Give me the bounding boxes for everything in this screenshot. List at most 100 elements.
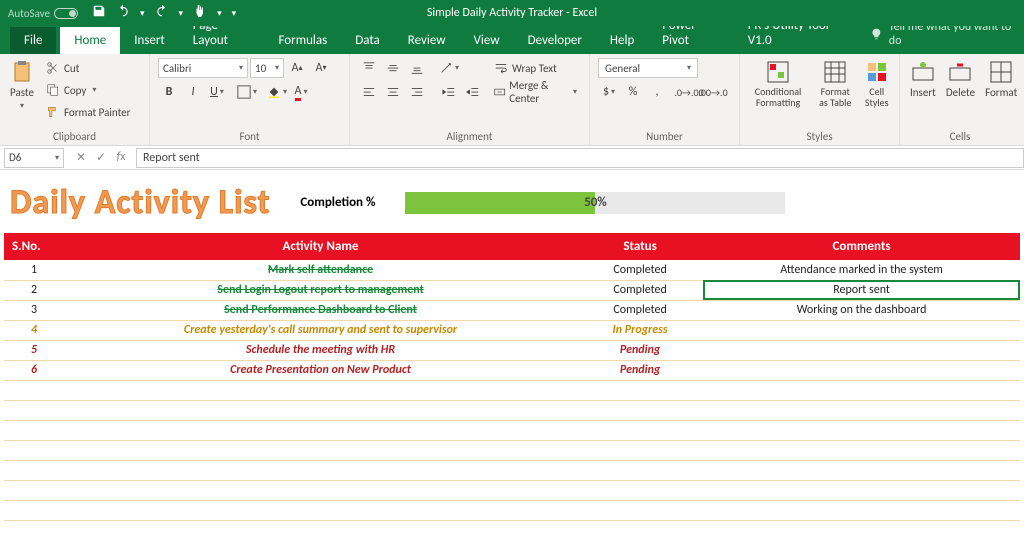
align-left-button[interactable] <box>358 82 380 102</box>
conditional-formatting-button[interactable]: Conditional Formatting <box>748 58 808 110</box>
cell-empty[interactable] <box>64 500 577 520</box>
comma-format-button[interactable]: , <box>646 82 668 102</box>
font-size-select[interactable]: 10▾ <box>250 58 284 78</box>
format-painter-button[interactable]: Format Painter <box>42 102 134 122</box>
cell-sno[interactable]: 5 <box>4 340 64 360</box>
cell-sno[interactable]: 3 <box>4 300 64 320</box>
number-format-select[interactable]: General▾ <box>598 58 698 78</box>
undo-icon[interactable] <box>116 4 130 22</box>
cell-empty[interactable] <box>703 420 1020 440</box>
cell-empty[interactable] <box>703 460 1020 480</box>
table-row-empty[interactable] <box>4 480 1020 500</box>
accounting-format-button[interactable]: $ <box>598 82 620 102</box>
cell-comments[interactable]: Working on the dashboard <box>703 300 1020 320</box>
decrease-font-button[interactable]: A▾ <box>310 58 332 78</box>
tab-home[interactable]: Home <box>60 27 120 54</box>
cell-empty[interactable] <box>64 420 577 440</box>
cell-empty[interactable] <box>577 480 703 500</box>
cell-empty[interactable] <box>4 440 64 460</box>
table-row[interactable]: 5Schedule the meeting with HRPending <box>4 340 1020 360</box>
insert-cells-button[interactable]: Insert <box>908 58 938 101</box>
table-row-empty[interactable] <box>4 420 1020 440</box>
cell-status[interactable]: Completed <box>577 280 703 300</box>
cell-activity[interactable]: Mark self attendance <box>64 260 577 280</box>
cell-empty[interactable] <box>703 400 1020 420</box>
table-row[interactable]: 1Mark self attendanceCompletedAttendance… <box>4 260 1020 280</box>
copy-button[interactable]: Copy <box>42 80 134 100</box>
tab-review[interactable]: Review <box>394 27 460 54</box>
save-icon[interactable] <box>92 4 106 22</box>
cell-empty[interactable] <box>703 440 1020 460</box>
cell-empty[interactable] <box>577 440 703 460</box>
formula-input[interactable]: Report sent <box>136 148 1024 168</box>
cell-sno[interactable]: 2 <box>4 280 64 300</box>
cell-sno[interactable]: 6 <box>4 360 64 380</box>
qat-customize-icon[interactable]: ▾ <box>232 8 237 19</box>
orientation-button[interactable] <box>438 58 460 78</box>
cell-empty[interactable] <box>577 420 703 440</box>
cell-styles-button[interactable]: Cell Styles <box>862 58 891 110</box>
cell-empty[interactable] <box>4 380 64 400</box>
table-row-empty[interactable] <box>4 380 1020 400</box>
cell-comments[interactable]: Report sent <box>703 280 1020 300</box>
cell-sno[interactable]: 1 <box>4 260 64 280</box>
cell-empty[interactable] <box>703 380 1020 400</box>
increase-font-button[interactable]: A▴ <box>286 58 308 78</box>
cancel-formula-icon[interactable]: ✕ <box>72 150 90 165</box>
touch-dropdown-icon[interactable]: ▾ <box>217 8 222 19</box>
cell-activity[interactable]: Create yesterday's call summary and sent… <box>64 320 577 340</box>
enter-formula-icon[interactable]: ✓ <box>92 150 110 165</box>
cell-empty[interactable] <box>577 500 703 520</box>
cell-empty[interactable] <box>4 460 64 480</box>
cell-activity[interactable]: Create Presentation on New Product <box>64 360 577 380</box>
cell-empty[interactable] <box>703 500 1020 520</box>
wrap-text-button[interactable]: Wrap Text <box>490 58 581 78</box>
format-cells-button[interactable]: Format <box>983 58 1019 101</box>
cell-status[interactable]: In Progress <box>577 320 703 340</box>
font-name-select[interactable]: Calibri▾ <box>158 58 248 78</box>
table-row-empty[interactable] <box>4 460 1020 480</box>
align-bottom-button[interactable] <box>406 58 428 78</box>
cell-empty[interactable] <box>64 480 577 500</box>
autosave-toggle[interactable]: AutoSave <box>0 7 86 20</box>
tab-developer[interactable]: Developer <box>514 27 596 54</box>
cell-empty[interactable] <box>703 480 1020 500</box>
cell-comments[interactable] <box>703 320 1020 340</box>
redo-icon[interactable] <box>155 4 169 22</box>
undo-dropdown-icon[interactable]: ▾ <box>140 8 145 19</box>
cell-empty[interactable] <box>64 380 577 400</box>
cell-empty[interactable] <box>4 500 64 520</box>
cell-empty[interactable] <box>577 460 703 480</box>
decrease-indent-button[interactable] <box>438 82 460 102</box>
cell-empty[interactable] <box>577 400 703 420</box>
table-row[interactable]: 6Create Presentation on New ProductPendi… <box>4 360 1020 380</box>
worksheet[interactable]: Daily Activity List Completion % 50% S.N… <box>0 170 1024 521</box>
tab-insert[interactable]: Insert <box>120 27 179 54</box>
tab-view[interactable]: View <box>460 27 514 54</box>
bold-button[interactable]: B <box>158 82 180 102</box>
cell-comments[interactable] <box>703 360 1020 380</box>
table-row-empty[interactable] <box>4 440 1020 460</box>
cell-activity[interactable]: Send Login Logout report to management <box>64 280 577 300</box>
cell-comments[interactable] <box>703 340 1020 360</box>
increase-decimal-button[interactable]: .0→.00 <box>678 82 700 102</box>
tab-formulas[interactable]: Formulas <box>265 27 342 54</box>
tab-data[interactable]: Data <box>341 27 394 54</box>
merge-center-button[interactable]: Merge & Center <box>490 82 581 102</box>
tab-help[interactable]: Help <box>596 27 648 54</box>
paste-button[interactable]: Paste ▾ <box>8 58 36 113</box>
table-row-empty[interactable] <box>4 400 1020 420</box>
format-as-table-button[interactable]: Format as Table <box>814 58 856 110</box>
cell-status[interactable]: Pending <box>577 340 703 360</box>
cell-empty[interactable] <box>64 460 577 480</box>
align-right-button[interactable] <box>406 82 428 102</box>
cell-empty[interactable] <box>4 420 64 440</box>
increase-indent-button[interactable] <box>462 82 484 102</box>
cell-sno[interactable]: 4 <box>4 320 64 340</box>
cell-status[interactable]: Completed <box>577 260 703 280</box>
fx-icon[interactable]: fx <box>112 150 130 165</box>
align-center-button[interactable] <box>382 82 404 102</box>
cell-empty[interactable] <box>4 400 64 420</box>
border-button[interactable] <box>236 82 258 102</box>
cell-activity[interactable]: Schedule the meeting with HR <box>64 340 577 360</box>
